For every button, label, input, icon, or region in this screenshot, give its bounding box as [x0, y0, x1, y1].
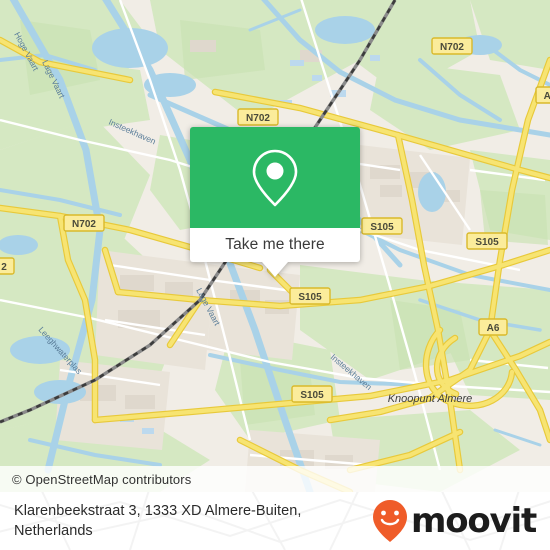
popup-tail: [262, 262, 288, 277]
svg-text:S105: S105: [370, 222, 394, 233]
svg-text:2: 2: [1, 262, 7, 273]
road-shield-s105-c: S105: [289, 287, 331, 305]
road-shield-s105-a: S105: [361, 217, 403, 235]
svg-text:N702: N702: [72, 219, 96, 230]
svg-text:N702: N702: [246, 113, 270, 124]
svg-text:A6: A6: [487, 323, 500, 334]
svg-text:S105: S105: [300, 390, 324, 401]
road-shield-n702-left: N702: [63, 214, 105, 232]
place-label-knoopunt-almere: Knoopunt Almere: [388, 393, 473, 405]
road-shield-n702-topright: N702: [431, 37, 473, 55]
address-line-2: Netherlands: [14, 523, 93, 539]
take-me-there-button[interactable]: Take me there: [190, 228, 360, 262]
footer-bar: Klarenbeekstraat 3, 1333 XD Almere-Buite…: [0, 492, 550, 550]
road-shield-n702-top: N702: [237, 108, 279, 126]
moovit-map-screenshot: Hoge Vaart Lage Vaart Lage Vaart Insteek…: [0, 0, 550, 550]
moovit-logo[interactable]: moovit: [371, 499, 537, 543]
map-attribution: © OpenStreetMap contributors: [0, 466, 550, 492]
road-shield-a6-right: A6: [535, 86, 550, 104]
moovit-wordmark: moovit: [410, 501, 537, 541]
location-popup-card[interactable]: Take me there: [190, 127, 360, 277]
road-shield-a6: A6: [478, 318, 508, 336]
address-line-1: Klarenbeekstraat 3, 1333 XD Almere-Buite…: [14, 503, 302, 519]
take-me-there-label: Take me there: [225, 236, 325, 253]
road-shield-partial-left: 2: [0, 257, 15, 275]
svg-text:N702: N702: [440, 42, 464, 53]
popup-icon-area: [190, 127, 360, 228]
map-pin-icon: [252, 149, 298, 206]
road-shield-s105-d: S105: [291, 385, 333, 403]
moovit-pin-smiley-icon: [372, 500, 407, 542]
svg-text:S105: S105: [475, 237, 499, 248]
road-shield-s105-b: S105: [466, 232, 508, 250]
svg-text:A6: A6: [544, 91, 550, 102]
attribution-text: © OpenStreetMap contributors: [12, 471, 192, 487]
svg-text:S105: S105: [298, 292, 322, 303]
address-text: Klarenbeekstraat 3, 1333 XD Almere-Buite…: [14, 501, 301, 541]
